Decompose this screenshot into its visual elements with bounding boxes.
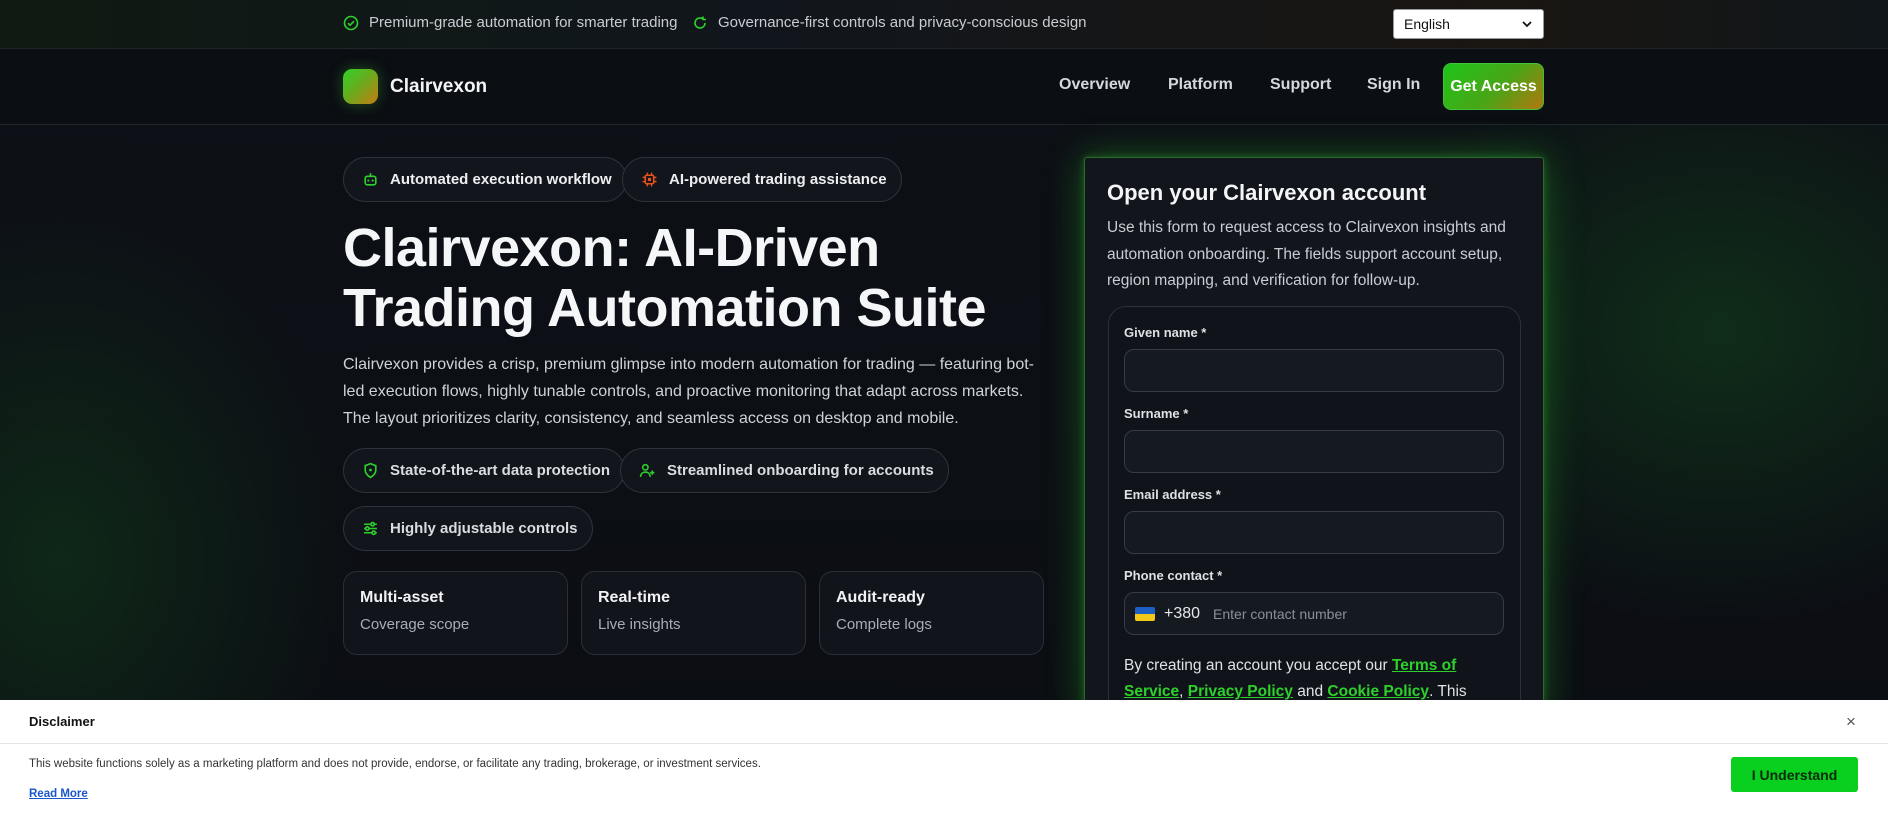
pill-label: AI-powered trading assistance — [669, 171, 887, 188]
nav-link-sign-in[interactable]: Sign In — [1367, 76, 1420, 94]
country-code[interactable]: +380 — [1164, 605, 1200, 623]
terms-prefix: By creating an account you accept our — [1124, 657, 1392, 674]
hero-title: Clairvexon: AI-Driven Trading Automation… — [343, 218, 987, 338]
pill-label: Automated execution workflow — [390, 171, 612, 188]
stat-card: Multi-asset Coverage scope — [343, 571, 568, 655]
stat-title: Audit-ready — [836, 589, 925, 606]
email-input[interactable] — [1124, 511, 1504, 554]
announcement-item: Governance-first controls and privacy-co… — [692, 14, 1087, 31]
robot-icon — [364, 173, 377, 186]
i-understand-button[interactable]: I Understand — [1731, 757, 1858, 792]
terms-text: By creating an account you accept our Te… — [1124, 657, 1467, 700]
feature-chip: State-of-the-art data protection — [343, 448, 626, 493]
announcement-text: Premium-grade automation for smarter tra… — [369, 14, 678, 31]
phone-label: Phone contact * — [1124, 568, 1223, 583]
signup-form-card: Open your Clairvexon account Use this fo… — [1084, 157, 1544, 717]
nav-link-platform[interactable]: Platform — [1168, 76, 1233, 94]
given-name-label: Given name * — [1124, 325, 1207, 340]
language-select[interactable]: English — [1393, 9, 1544, 39]
form-description: Use this form to request access to Clair… — [1107, 219, 1506, 289]
chevron-down-icon — [1522, 21, 1532, 28]
feature-pill: Automated execution workflow — [343, 157, 627, 202]
terms-and: and — [1292, 683, 1328, 700]
refresh-shield-icon — [694, 16, 706, 29]
form-title: Open your Clairvexon account — [1107, 180, 1427, 205]
language-value: English — [1404, 16, 1450, 32]
user-plus-icon — [639, 463, 655, 477]
surname-label: Surname * — [1124, 406, 1189, 421]
chip-icon — [642, 172, 657, 187]
sliders-icon — [364, 521, 377, 536]
nav-link-overview[interactable]: Overview — [1059, 76, 1130, 94]
ukraine-flag-icon[interactable] — [1135, 606, 1155, 621]
read-more-link[interactable]: Read More — [29, 788, 88, 800]
stat-title: Multi-asset — [360, 589, 444, 606]
chip-label: Highly adjustable controls — [390, 520, 578, 537]
phone-placeholder: Enter contact number — [1213, 605, 1347, 622]
disclaimer-header: Disclaimer × — [0, 700, 1888, 744]
disclaimer-title: Disclaimer — [29, 714, 95, 729]
chip-label: State-of-the-art data protection — [390, 462, 611, 479]
privacy-policy-link[interactable]: Privacy Policy — [1188, 683, 1293, 700]
check-circle-icon — [343, 15, 359, 30]
brand-logo[interactable]: Clairvexon — [343, 69, 487, 104]
given-name-input[interactable] — [1124, 349, 1504, 392]
feature-pill: AI-powered trading assistance — [622, 157, 902, 202]
stat-title: Real-time — [598, 589, 671, 606]
email-label: Email address * — [1124, 487, 1221, 502]
announcement-item: Premium-grade automation for smarter tra… — [343, 14, 677, 31]
feature-chip: Streamlined onboarding for accounts — [620, 448, 949, 493]
cookie-policy-link[interactable]: Cookie Policy — [1327, 683, 1429, 700]
close-icon[interactable]: × — [1846, 712, 1856, 732]
logo-mark-icon — [343, 69, 378, 104]
chip-label: Streamlined onboarding for accounts — [667, 462, 934, 479]
disclaimer-text: This website functions solely as a marke… — [29, 758, 761, 770]
phone-input[interactable]: +380 Enter contact number — [1124, 592, 1504, 635]
disclaimer-banner: Disclaimer × This website functions sole… — [0, 700, 1888, 818]
stat-card: Audit-ready Complete logs — [819, 571, 1044, 655]
main-navigation: Clairvexon Overview Platform Support Sig… — [0, 49, 1888, 125]
nav-link-support[interactable]: Support — [1270, 76, 1331, 94]
stat-subtitle: Complete logs — [836, 616, 932, 633]
signup-form: Given name * Surname * Email address * P… — [1108, 306, 1521, 716]
announcement-bar: Premium-grade automation for smarter tra… — [0, 0, 1888, 49]
surname-input[interactable] — [1124, 430, 1504, 473]
stat-card: Real-time Live insights — [581, 571, 806, 655]
get-access-button[interactable]: Get Access — [1443, 63, 1544, 110]
stat-subtitle: Live insights — [598, 616, 681, 633]
announcement-text: Governance-first controls and privacy-co… — [718, 14, 1087, 31]
stat-subtitle: Coverage scope — [360, 616, 470, 633]
feature-chip: Highly adjustable controls — [343, 506, 593, 551]
terms-suffix: . This — [1429, 683, 1467, 700]
hero-description: Clairvexon provides a crisp, premium gli… — [343, 356, 1034, 427]
brand-name: Clairvexon — [390, 75, 488, 97]
shield-icon — [364, 462, 377, 479]
